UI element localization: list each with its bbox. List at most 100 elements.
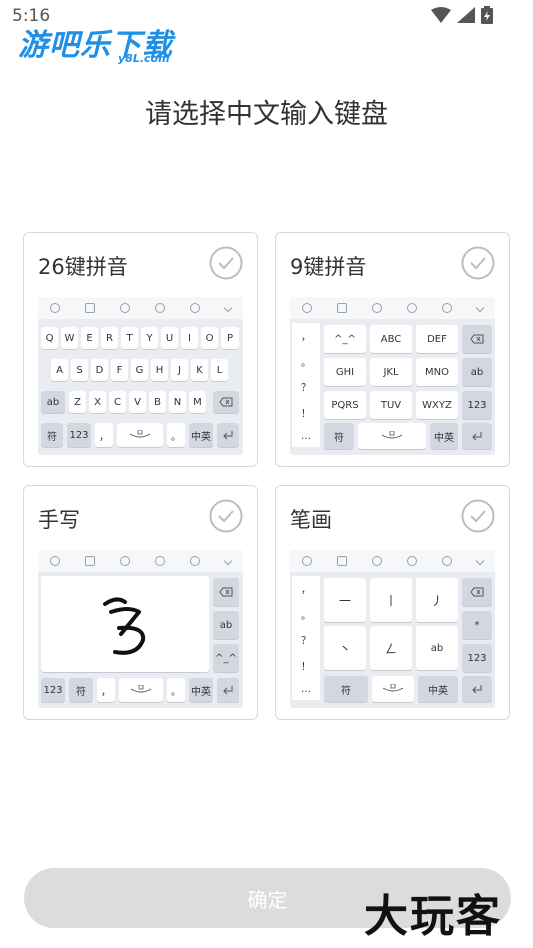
backspace-icon [213,391,239,413]
key-period: 。 [167,678,185,702]
key: JKL [370,358,412,386]
punct-column: ，。？！… [292,576,320,700]
key: V [129,391,146,413]
key: E [81,327,98,349]
check-circle-icon[interactable] [461,246,495,280]
key: 丨 [370,578,412,622]
backspace-icon [462,578,492,606]
key: R [101,327,118,349]
option-card-26-pinyin[interactable]: 26键拼音 Q W E R T Y U I O P A S D F G H J … [23,232,258,467]
key: I [181,327,198,349]
key: D [91,359,108,381]
key: N [169,391,186,413]
logo-domain: y8L.com [118,52,170,65]
backspace-icon [462,325,492,353]
key: A [51,359,68,381]
key: Q [41,327,58,349]
signal-icon [457,7,475,23]
key: 丶 [324,626,366,670]
space-key [119,678,163,702]
option-card-stroke[interactable]: 笔画 ，。？！… 一 丨 丿 丶 ㄥ ab * 123 符 中英 [275,485,510,720]
key: ㄥ [370,626,412,670]
key: L [211,359,228,381]
keyboard-preview-stroke: ，。？！… 一 丨 丿 丶 ㄥ ab * 123 符 中英 [290,550,495,708]
handwriting-pad [41,576,209,672]
key-ab: ab [462,358,492,386]
check-circle-icon[interactable] [461,499,495,533]
option-card-9-pinyin[interactable]: 9键拼音 ，。？！… ^_^ ABC DEF GHI JKL MNO PQRS … [275,232,510,467]
key-lang: 中英 [418,676,458,702]
enter-icon [462,423,492,449]
handwriting-stroke-icon [103,597,146,655]
key-period: 。 [167,423,185,447]
option-label: 9键拼音 [290,255,367,279]
key-123: 123 [41,678,65,702]
key-comma: ， [95,423,113,447]
key-symbol: 符 [324,676,368,702]
enter-icon [462,676,492,702]
key-lang: 中英 [189,423,213,447]
key: W [61,327,78,349]
key: F [111,359,128,381]
key: GHI [324,358,366,386]
site-logo: 游吧乐下载 y8L.com [18,20,173,65]
key: H [151,359,168,381]
key-symbol: 符 [324,423,354,449]
keyboard-preview-9: ，。？！… ^_^ ABC DEF GHI JKL MNO PQRS TUV W… [290,297,495,455]
key: Y [141,327,158,349]
key: O [201,327,218,349]
watermark: 大玩客 [364,891,502,942]
keyboard-toolbar [38,297,243,319]
key: ab [416,626,458,670]
key-comma: ， [97,678,115,702]
enter-icon [217,678,239,702]
key: X [89,391,106,413]
key: U [161,327,178,349]
keyboard-toolbar [38,550,243,572]
key: ABC [370,325,412,353]
keyboard-preview-handwriting: ab ^_^ 123 符 ， 。 中英 [38,550,243,708]
key-lang: 中英 [430,423,458,449]
key-emoticon: ^_^ [213,644,239,672]
option-card-handwriting[interactable]: 手写 ab ^_^ 123 符 ， 。 中英 [23,485,258,720]
battery-icon [481,6,493,24]
key: WXYZ [416,391,458,419]
key: 丿 [416,578,458,622]
option-label: 笔画 [290,508,332,532]
key: T [121,327,138,349]
key: P [221,327,239,349]
key: J [171,359,188,381]
key-symbol: 符 [41,423,63,447]
key-ab: ab [213,611,239,639]
keyboard-toolbar [290,550,495,572]
key: M [189,391,206,413]
key: 一 [324,578,366,622]
status-icons [431,6,493,24]
key: PQRS [324,391,366,419]
key-ab: ab [41,391,65,413]
key-lang: 中英 [189,678,213,702]
check-circle-icon[interactable] [209,246,243,280]
backspace-icon [213,578,239,606]
key-wildcard: * [462,611,492,639]
key-123: 123 [67,423,91,447]
key: S [71,359,88,381]
key: TUV [370,391,412,419]
keyboard-preview-26: Q W E R T Y U I O P A S D F G H J K L ab… [38,297,243,455]
page-title: 请选择中文输入键盘 [145,99,388,130]
key: K [191,359,208,381]
wifi-icon [431,7,451,23]
check-circle-icon[interactable] [209,499,243,533]
key: Z [69,391,86,413]
key: B [149,391,166,413]
space-key [372,676,414,702]
key: MNO [416,358,458,386]
keyboard-toolbar [290,297,495,319]
key-123: 123 [462,391,492,419]
space-key [117,423,163,447]
key: C [109,391,126,413]
key-123: 123 [462,644,492,672]
key: G [131,359,148,381]
option-label: 手写 [38,508,80,532]
option-label: 26键拼音 [38,255,128,279]
